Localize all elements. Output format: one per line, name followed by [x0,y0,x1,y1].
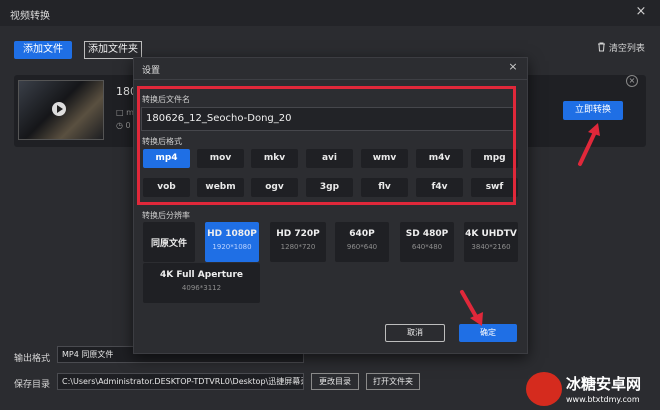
resolution-option-1[interactable]: HD 1080P 1920*1080 [205,222,259,262]
change-dir-button[interactable]: 更改目录 [311,373,359,390]
remove-file-icon[interactable]: × [626,75,638,87]
dialog-title: 设置 [142,66,161,76]
resolution-dimensions: 3840*2160 [471,243,511,251]
clear-list-label: 清空列表 [608,44,645,54]
save-dir-label: 保存目录 [14,380,51,390]
resolution-name: 同原文件 [150,239,187,249]
resolution-dimensions: 640*480 [411,243,443,251]
resolution-name: 640P [349,229,375,239]
add-file-button[interactable]: 添加文件 [14,41,72,59]
dialog-divider [133,79,528,80]
trash-icon [597,42,609,54]
title-bar [0,0,660,26]
watermark-url: www.btxtdmy.com [566,395,640,404]
resolution-dimensions: 4096*3112 [181,284,222,292]
dialog-close-icon[interactable]: × [507,61,519,73]
open-folder-button[interactable]: 打开文件夹 [366,373,420,390]
file-format-meta: □ m [116,108,134,117]
watermark-logo [526,372,562,406]
resolution-dimensions: 960*640 [346,243,378,251]
file-duration-meta: ◷ 0 [116,121,131,130]
resolution-option-0[interactable]: 同原文件 [143,222,195,262]
save-dir-field[interactable]: C:\Users\Administrator.DESKTOP-TDTVRL0\D… [57,373,304,390]
resolution-option-5[interactable]: 4K UHDTV 3840*2160 [464,222,518,262]
clear-list-button[interactable]: 清空列表 [597,41,645,54]
resolution-name: 4K Full Aperture [160,270,243,280]
resolution-dimensions: 1920*1080 [212,243,252,251]
resolution-name: SD 480P [405,229,449,239]
resolution-option-2[interactable]: HD 720P 1280*720 [270,222,326,262]
resolution-label: 转换后分辨率 [142,211,190,220]
resolution-dimensions: 1280*720 [280,243,316,251]
annotation-arrow-icon [578,123,600,166]
resolution-option-6[interactable]: 4K Full Aperture 4096*3112 [143,263,260,303]
resolution-name: HD 720P [276,229,320,239]
resolution-option-3[interactable]: 640P 960*640 [335,222,389,262]
highlight-box [137,86,516,205]
watermark-text: 冰糖安卓网 [566,375,642,393]
resolution-name: HD 1080P [207,229,257,239]
window-title: 视频转换 [10,11,50,22]
resolution-name: 4K UHDTV [465,229,517,239]
convert-now-button[interactable]: 立即转换 [563,101,623,120]
resolution-option-4[interactable]: SD 480P 640*480 [400,222,454,262]
cancel-button[interactable]: 取消 [385,324,445,342]
window-close-icon[interactable]: × [634,5,648,19]
annotation-arrow-icon [460,290,483,326]
output-format-label: 输出格式 [14,354,51,364]
play-icon[interactable] [52,102,66,116]
